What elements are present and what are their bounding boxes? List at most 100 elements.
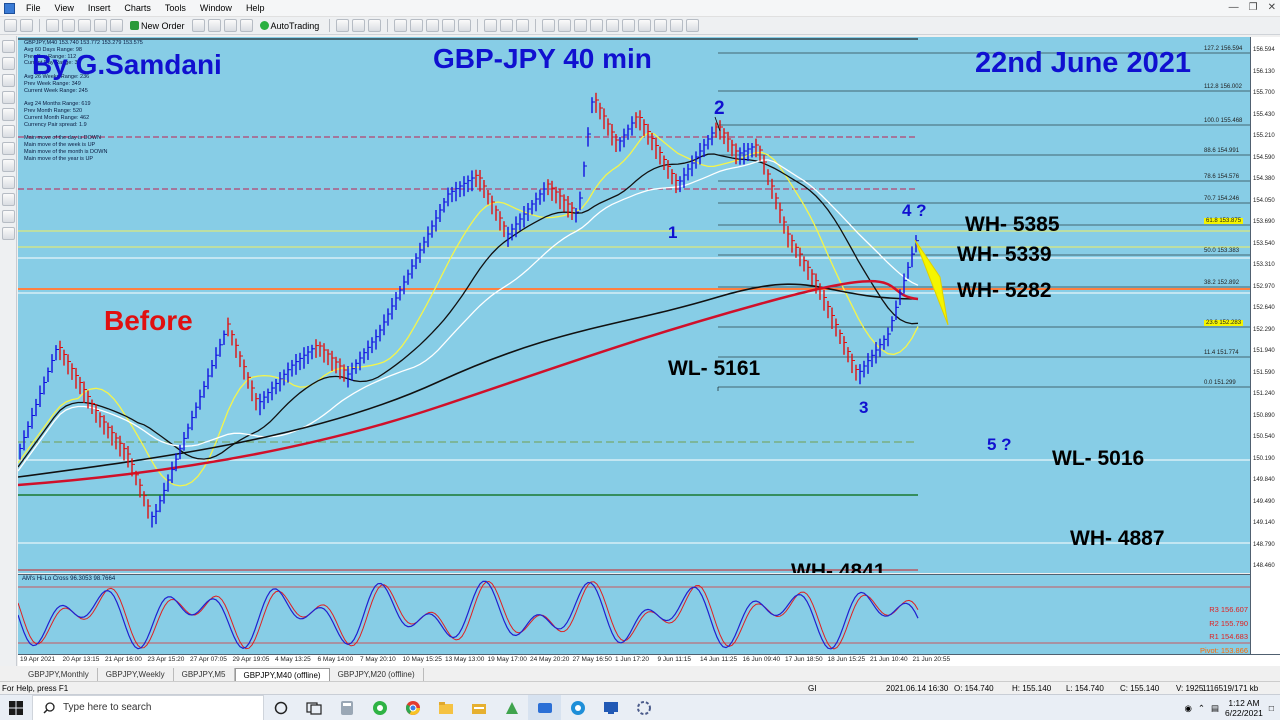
chrome-icon[interactable] <box>396 695 429 720</box>
tab-gbpjpy-m5[interactable]: GBPJPY,M5 <box>174 668 235 681</box>
app-video-icon[interactable] <box>528 694 561 720</box>
templates-icon[interactable] <box>516 19 530 32</box>
status-open: O: 154.740 <box>954 684 994 693</box>
tab-gbpjpy-weekly[interactable]: GBPJPY,Weekly <box>98 668 174 681</box>
indicator-window[interactable]: AM's Hi-Lo Cross 96.3053 98.7664 R3 156.… <box>18 574 1250 654</box>
tab-gbpjpy-m20[interactable]: GBPJPY,M20 (offline) <box>330 668 424 681</box>
ellipse-tool-icon[interactable] <box>2 176 15 189</box>
tile-windows-icon[interactable] <box>426 19 440 32</box>
signals-icon[interactable] <box>223 19 237 32</box>
app-calculator-icon[interactable] <box>330 695 363 720</box>
people-icon[interactable]: ◉ <box>1184 703 1191 714</box>
app-browser-icon[interactable] <box>561 695 594 720</box>
history-icon[interactable] <box>239 19 253 32</box>
autoscroll-icon[interactable] <box>442 19 456 32</box>
app-folder-icon[interactable] <box>462 695 495 720</box>
time-tick: 4 May 13:25 <box>275 656 311 663</box>
bar-chart-icon[interactable] <box>336 19 350 32</box>
autotrading-button[interactable]: AutoTrading <box>256 19 324 32</box>
time-tick: 17 Jun 18:50 <box>785 656 823 663</box>
horizontal-line-icon[interactable] <box>590 19 604 32</box>
profiles-icon[interactable] <box>20 19 33 32</box>
menu-window[interactable]: Window <box>193 3 239 13</box>
cortana-icon[interactable] <box>264 695 297 720</box>
taskbar-search-input[interactable]: Type here to search <box>32 694 264 720</box>
zoom-in-icon[interactable] <box>394 19 408 32</box>
menu-file[interactable]: File <box>19 3 48 13</box>
time-tick: 13 May 13:00 <box>445 656 485 663</box>
taskbar-clock[interactable]: 1:12 AM 6/22/2021 <box>1225 698 1263 718</box>
app-green-icon[interactable] <box>363 695 396 720</box>
terminal-icon[interactable] <box>94 19 107 32</box>
menu-insert[interactable]: Insert <box>81 3 118 13</box>
zoom-out-icon[interactable] <box>410 19 424 32</box>
arrows-icon[interactable] <box>686 19 700 32</box>
triangle-tool-icon[interactable] <box>2 210 15 223</box>
notification-icon[interactable]: □ <box>1269 703 1274 713</box>
time-tick: 14 Jun 11:25 <box>700 656 738 663</box>
channel-tool-icon[interactable] <box>2 125 15 138</box>
price-chart[interactable]: GBPJPY,M40 153.740 153.772 153.279 153.5… <box>18 37 1250 573</box>
label-icon[interactable] <box>670 19 684 32</box>
app-monitor-icon[interactable] <box>594 695 627 720</box>
file-explorer-icon[interactable] <box>429 695 462 720</box>
menu-help[interactable]: Help <box>239 3 272 13</box>
vertical-line-icon[interactable] <box>574 19 588 32</box>
chart-shift-icon[interactable] <box>458 19 472 32</box>
periods-icon[interactable] <box>500 19 514 32</box>
oscillator-red-line <box>18 580 919 650</box>
data-window-icon[interactable] <box>62 19 75 32</box>
restore-icon[interactable]: ❐ <box>1249 2 1258 13</box>
close-icon[interactable]: ✕ <box>1268 2 1276 13</box>
arrow-tool-icon[interactable] <box>2 227 15 240</box>
price-chart-canvas <box>18 38 1250 571</box>
indicators-icon[interactable] <box>484 19 498 32</box>
play-icon <box>259 21 269 30</box>
hline-tool-icon[interactable] <box>2 91 15 104</box>
metaeditor-icon[interactable] <box>191 19 205 32</box>
menu-charts[interactable]: Charts <box>117 3 158 13</box>
price-scale[interactable]: 156.594 156.130 155.700 155.430 155.210 154.5… <box>1250 37 1280 654</box>
price-tick: 149.840 <box>1253 477 1275 483</box>
app-settings-icon[interactable] <box>627 695 660 720</box>
line-chart-icon[interactable] <box>368 19 382 32</box>
fibo-tool-icon[interactable] <box>2 142 15 155</box>
tab-gbpjpy-m40[interactable]: GBPJPY,M40 (offline) <box>234 668 330 681</box>
options-icon[interactable] <box>207 19 221 32</box>
tester-icon[interactable] <box>110 19 123 32</box>
trendline-icon[interactable] <box>606 19 620 32</box>
task-view-icon[interactable] <box>297 695 330 720</box>
tray-chevron-icon[interactable]: ⌃ <box>1198 703 1205 714</box>
vline-tool-icon[interactable] <box>2 74 15 87</box>
new-order-button[interactable]: New Order <box>126 19 189 32</box>
navigator-icon[interactable] <box>78 19 91 32</box>
windows-taskbar: Type here to search ◉ ⌃ ▤ 1:12 AM 6/22/2… <box>0 694 1280 720</box>
menu-tools[interactable]: Tools <box>158 3 193 13</box>
minimize-icon[interactable]: — <box>1229 2 1239 13</box>
info-line: Currency Pair spread: 1.9 <box>24 121 87 128</box>
candlestick-icon[interactable] <box>352 19 366 32</box>
network-icon[interactable]: ▤ <box>1211 703 1219 714</box>
menu-view[interactable]: View <box>48 3 81 13</box>
price-tick: 151.590 <box>1253 369 1275 376</box>
fibonacci-icon[interactable] <box>638 19 652 32</box>
channel-icon[interactable] <box>622 19 636 32</box>
text-tool-icon[interactable] <box>2 159 15 172</box>
crosshair-icon[interactable] <box>558 19 572 32</box>
fib-level-label: 88.6 154.991 <box>1204 148 1240 154</box>
tab-gbpjpy-monthly[interactable]: GBPJPY,Monthly <box>20 668 98 681</box>
window-controls: — ❐ ✕ <box>1229 2 1276 13</box>
price-tick: 148.790 <box>1253 541 1275 548</box>
new-chart-icon[interactable] <box>4 19 17 32</box>
before-label: Before <box>104 305 193 336</box>
cursor-tool-icon[interactable] <box>2 40 15 53</box>
cursor-icon[interactable] <box>542 19 556 32</box>
market-watch-icon[interactable] <box>46 19 59 32</box>
rectangle-tool-icon[interactable] <box>2 193 15 206</box>
crosshair-tool-icon[interactable] <box>2 57 15 70</box>
metatrader-taskbar-icon[interactable] <box>495 695 528 720</box>
level-wh-4841: WH- 4841 <box>791 560 886 573</box>
windows-start-icon[interactable] <box>0 695 32 720</box>
trend-tool-icon[interactable] <box>2 108 15 121</box>
text-icon[interactable] <box>654 19 668 32</box>
